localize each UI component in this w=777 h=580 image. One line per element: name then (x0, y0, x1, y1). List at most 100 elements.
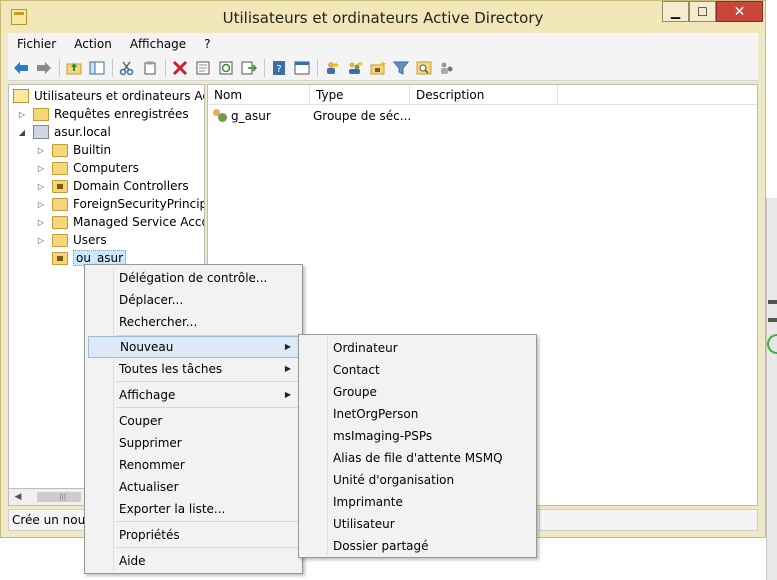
tree-label: Managed Service Accour (73, 215, 204, 229)
submenu-item-groupe[interactable]: Groupe (302, 381, 533, 403)
ou-folder-icon (52, 251, 68, 265)
submenu-item-unite-organisation[interactable]: Unité d'organisation (302, 469, 533, 491)
submenu-nouveau: Ordinateur Contact Groupe InetOrgPerson … (298, 334, 537, 558)
menu-affichage[interactable]: Affichage (121, 37, 195, 51)
expand-arrow-icon[interactable]: ▷ (36, 182, 46, 191)
menu-item-delegation[interactable]: Délégation de contrôle... (88, 267, 299, 289)
show-tree-icon[interactable] (88, 59, 106, 77)
folder-up-icon[interactable] (65, 59, 83, 77)
new-ou-icon[interactable] (369, 59, 387, 77)
menu-separator (116, 407, 298, 408)
submenu-item-contact[interactable]: Contact (302, 359, 533, 381)
tree-item-domain-controllers[interactable]: ▷ Domain Controllers (36, 177, 189, 195)
expand-arrow-icon[interactable]: ▷ (17, 110, 27, 119)
close-button[interactable]: ✕ (716, 1, 763, 22)
refresh-icon[interactable] (217, 59, 235, 77)
menu-item-deplacer[interactable]: Déplacer... (88, 289, 299, 311)
window-title: Utilisateurs et ordinateurs Active Direc… (222, 9, 544, 27)
column-header-description[interactable]: Description (410, 85, 558, 105)
folder-icon (52, 161, 68, 175)
background-fragment (768, 300, 777, 304)
submenu-item-imprimante[interactable]: Imprimante (302, 491, 533, 513)
background-fragment (768, 318, 777, 322)
find-icon[interactable] (415, 59, 433, 77)
help-icon[interactable]: ? (270, 59, 288, 77)
maximize-button[interactable]: ☐ (689, 1, 716, 22)
menu-separator (116, 547, 298, 548)
submenu-item-inetorgperson[interactable]: InetOrgPerson (302, 403, 533, 425)
folder-icon (52, 233, 68, 247)
expand-arrow-icon[interactable]: ▷ (36, 218, 46, 227)
tree-item-computers[interactable]: ▷ Computers (36, 159, 139, 177)
menu-bar: Fichier Action Affichage ? (8, 33, 758, 55)
context-menu: Délégation de contrôle... Déplacer... Re… (84, 264, 303, 574)
cut-icon[interactable] (118, 59, 136, 77)
submenu-item-dossier-partage[interactable]: Dossier partagé (302, 535, 533, 557)
submenu-item-utilisateur[interactable]: Utilisateur (302, 513, 533, 535)
list-header: Nom Type Description (208, 85, 757, 105)
menu-item-actualiser[interactable]: Actualiser (88, 476, 299, 498)
tree-item-builtin[interactable]: ▷ Builtin (36, 141, 111, 159)
menu-item-renommer[interactable]: Renommer (88, 454, 299, 476)
menu-item-toutes-les-taches[interactable]: Toutes les tâches ▶ (88, 358, 299, 380)
tree-root[interactable]: Utilisateurs et ordinateurs Active (13, 87, 204, 105)
console-icon[interactable] (293, 59, 311, 77)
back-arrow-icon[interactable] (12, 59, 30, 77)
submenu-arrow-icon: ▶ (284, 390, 291, 399)
tree-label: asur.local (54, 125, 111, 139)
export-icon[interactable] (240, 59, 258, 77)
submenu-arrow-icon: ▶ (284, 342, 291, 351)
tree-item-foreign-security-principals[interactable]: ▷ ForeignSecurityPrincipals (36, 195, 204, 213)
delegate-icon[interactable] (438, 59, 456, 77)
menu-help[interactable]: ? (195, 37, 219, 51)
menu-item-nouveau[interactable]: Nouveau ▶ (88, 336, 300, 358)
expand-arrow-icon[interactable]: ▷ (36, 146, 46, 155)
domain-icon (33, 125, 49, 139)
menu-fichier[interactable]: Fichier (8, 37, 65, 51)
menu-item-aide[interactable]: Aide (88, 550, 299, 572)
item-type: Groupe de séc... (313, 109, 412, 123)
tree-item-managed-service-accounts[interactable]: ▷ Managed Service Accour (36, 213, 204, 231)
expand-arrow-icon[interactable]: ▷ (36, 200, 46, 209)
item-name: g_asur (231, 109, 271, 123)
properties-icon[interactable] (194, 59, 212, 77)
copy-icon[interactable] (141, 59, 159, 77)
menu-item-label: Affichage (119, 388, 176, 402)
scroll-left-icon[interactable]: ◀ (11, 490, 25, 504)
tree-item-domain[interactable]: ◢ asur.local (17, 123, 111, 141)
collapse-arrow-icon[interactable]: ◢ (17, 128, 27, 137)
menu-item-exporter[interactable]: Exporter la liste... (88, 498, 299, 520)
submenu-item-ordinateur[interactable]: Ordinateur (302, 337, 533, 359)
delete-icon[interactable] (171, 59, 189, 77)
submenu-item-msmq-alias[interactable]: Alias de file d'attente MSMQ (302, 447, 533, 469)
toolbar-separator (59, 58, 60, 77)
menu-item-affichage[interactable]: Affichage ▶ (88, 384, 299, 406)
menu-item-label: Nouveau (120, 340, 174, 354)
title-bar[interactable]: Utilisateurs et ordinateurs Active Direc… (1, 1, 765, 34)
forward-arrow-icon[interactable] (35, 59, 53, 77)
menu-item-proprietes[interactable]: Propriétés (88, 524, 299, 546)
new-group-icon[interactable] (346, 59, 364, 77)
column-header-type[interactable]: Type (310, 85, 410, 105)
tree-item-saved-queries[interactable]: ▷ Requêtes enregistrées (17, 105, 189, 123)
filter-icon[interactable] (392, 59, 410, 77)
minimize-button[interactable]: ▁ (662, 1, 689, 22)
tree-item-users[interactable]: ▷ Users (36, 231, 107, 249)
svg-text:?: ? (276, 64, 281, 75)
tree-label: Utilisateurs et ordinateurs Active (34, 89, 204, 103)
list-item[interactable]: g_asur Groupe de séc... (212, 107, 413, 125)
menu-separator (116, 521, 298, 522)
folder-icon (52, 215, 68, 229)
toolbar-separator (112, 58, 113, 77)
column-header-name[interactable]: Nom (208, 85, 310, 105)
expand-arrow-icon[interactable]: ▷ (36, 164, 46, 173)
submenu-item-msimaging-psps[interactable]: msImaging-PSPs (302, 425, 533, 447)
group-icon (212, 109, 228, 123)
menu-item-couper[interactable]: Couper (88, 410, 299, 432)
toolbar-separator (165, 58, 166, 77)
menu-item-supprimer[interactable]: Supprimer (88, 432, 299, 454)
expand-arrow-icon[interactable]: ▷ (36, 236, 46, 245)
menu-action[interactable]: Action (65, 37, 121, 51)
new-user-icon[interactable] (323, 59, 341, 77)
menu-item-rechercher[interactable]: Rechercher... (88, 311, 299, 333)
